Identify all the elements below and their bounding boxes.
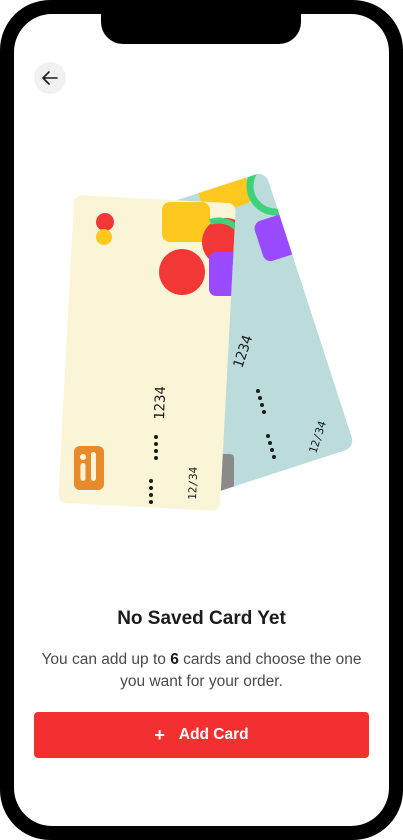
subtitle-text-start: You can add up to [41,651,171,668]
empty-state-title: No Saved Card Yet [117,608,286,629]
brand-logo-icon [74,446,104,490]
card-limit-count: 6 [170,651,179,668]
front-card-expiry: 12/34 [186,466,200,500]
screen: 1234 12/34 1234 12/34 No Saved Card Yet … [14,14,389,826]
notch [101,14,301,44]
cards-illustration: 1234 12/34 1234 12/34 [58,171,353,511]
empty-state-subtitle: You can add up to 6 cards and choose the… [36,649,367,693]
add-card-button[interactable]: + Add Card [34,712,369,758]
phone-frame: 1234 12/34 1234 12/34 No Saved Card Yet … [0,0,403,840]
back-button[interactable] [34,62,66,94]
plus-icon: + [154,724,165,745]
arrow-left-icon [42,71,58,85]
front-card-number: 1234 [152,386,169,420]
front-card: 1234 12/34 [58,195,236,511]
add-card-label: Add Card [178,726,249,743]
